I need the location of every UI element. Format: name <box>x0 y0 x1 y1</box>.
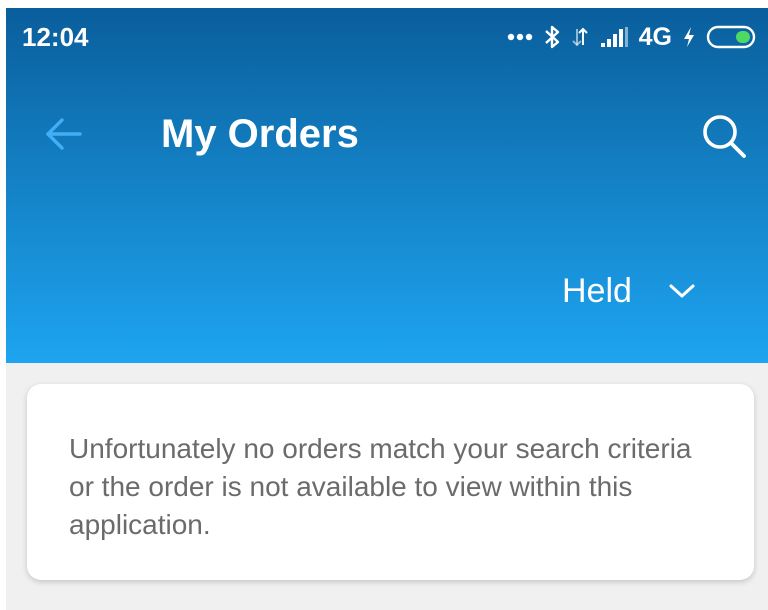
orders-content: Unfortunately no orders match your searc… <box>6 363 768 610</box>
bluetooth-icon <box>543 24 561 50</box>
toolbar: My Orders <box>6 76 768 186</box>
arrow-left-icon <box>46 118 82 150</box>
search-button[interactable] <box>694 106 754 166</box>
network-type: 4G <box>638 22 672 51</box>
more-dots-icon <box>507 33 533 41</box>
empty-state-message: Unfortunately no orders match your searc… <box>69 433 692 540</box>
back-button[interactable] <box>36 106 92 162</box>
search-icon <box>703 115 746 158</box>
status-bar: 12:04 4G <box>6 8 768 68</box>
app-header: 12:04 4G My Orders Held <box>6 8 768 363</box>
screen: 12:04 4G My Orders Held Unfortunately no… <box>0 0 768 610</box>
chevron-down-icon <box>669 284 695 298</box>
battery-icon <box>706 24 760 50</box>
signal-icon <box>599 25 629 49</box>
status-time: 12:04 <box>22 22 89 52</box>
status-filter-value: Held <box>562 272 632 310</box>
charging-icon <box>682 25 696 49</box>
status-filter-dropdown[interactable]: Held <box>562 266 696 316</box>
page-title: My Orders <box>161 112 359 156</box>
empty-state-card: Unfortunately no orders match your searc… <box>27 384 754 580</box>
data-arrows-icon <box>571 25 589 49</box>
status-icons: 4G <box>507 22 760 52</box>
